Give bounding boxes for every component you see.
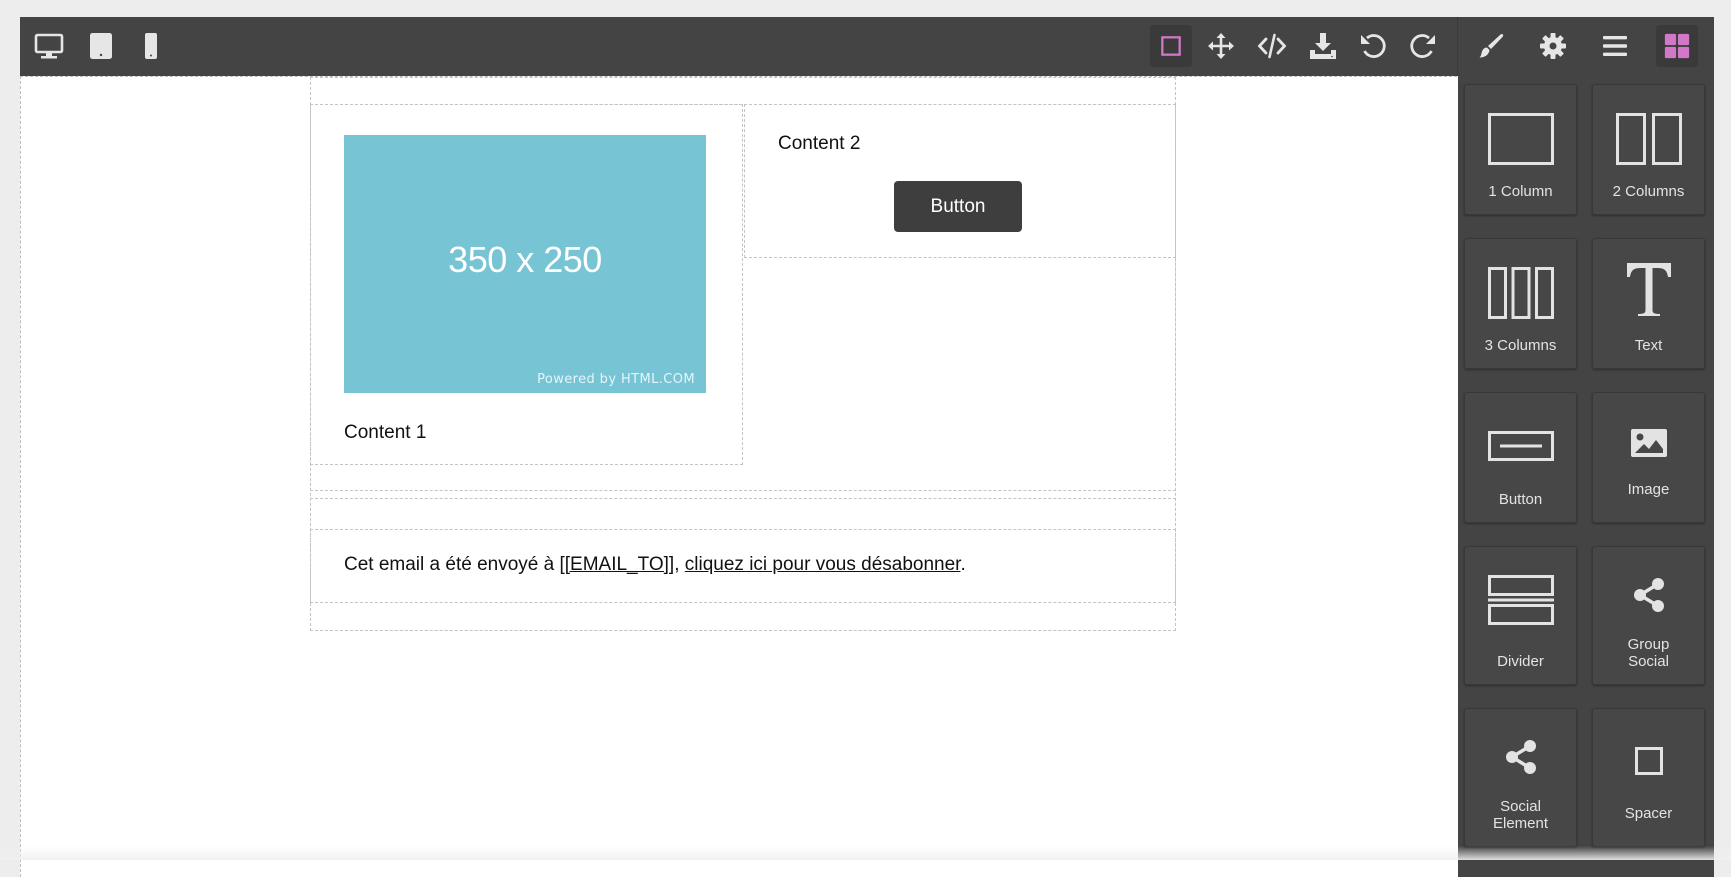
block-label-line: Element [1492, 815, 1549, 832]
image-dimensions: 350 x 250 [448, 239, 602, 280]
block-label: Group Social [1597, 636, 1700, 670]
move-tool-button[interactable] [1202, 27, 1240, 65]
device-desktop-button[interactable] [30, 27, 68, 65]
block-label: Text [1634, 337, 1663, 354]
block-divider[interactable]: Divider [1464, 546, 1577, 685]
content-2-text[interactable]: Content 2 [778, 133, 860, 155]
blocks-panel: 1 Column 2 Columns 3 Columns Text Button… [1458, 76, 1714, 877]
block-social-element[interactable]: Social Element [1464, 708, 1577, 847]
layer-manager-button[interactable] [1596, 27, 1634, 65]
three-columns-icon [1487, 267, 1554, 319]
block-text[interactable]: Text [1592, 238, 1705, 369]
image-credit: Powered by HTML.COM [537, 372, 695, 387]
block-label: Image [1627, 481, 1670, 498]
block-label: 2 Columns [1612, 183, 1685, 200]
export-button[interactable] [1304, 27, 1342, 65]
tablet-icon [90, 33, 112, 59]
footer-separator: , [674, 554, 685, 575]
brush-icon [1479, 34, 1504, 58]
text-icon [1626, 263, 1671, 316]
block-2-columns[interactable]: 2 Columns [1592, 84, 1705, 215]
toolbar-separator [1457, 17, 1458, 76]
block-group-social[interactable]: Group Social [1592, 546, 1705, 685]
footer-text[interactable]: Cet email a été envoyé à [[EMAIL_TO]], c… [344, 554, 966, 576]
placeholder-image[interactable]: 350 x 250 Powered by HTML.COM [344, 135, 706, 393]
email-editor: 350 x 250 Powered by HTML.COM Content 1 … [20, 17, 1714, 877]
undo-button[interactable] [1354, 27, 1392, 65]
footer-prefix: Cet email a été envoyé à [344, 554, 560, 575]
email-canvas[interactable]: 350 x 250 Powered by HTML.COM Content 1 … [20, 76, 1457, 877]
one-column-icon [1487, 113, 1554, 165]
blocks-button[interactable] [1656, 25, 1698, 67]
block-image[interactable]: Image [1592, 392, 1705, 523]
block-label: Social Element [1469, 798, 1572, 832]
two-columns-icon [1615, 113, 1682, 165]
top-toolbar [20, 17, 1714, 76]
redo-icon [1410, 34, 1435, 58]
block-label: Divider [1497, 653, 1544, 670]
block-button[interactable]: Button [1464, 392, 1577, 523]
email-tag: [[EMAIL_TO]] [559, 554, 675, 575]
device-tablet-button[interactable] [82, 27, 120, 65]
settings-button[interactable] [1534, 27, 1572, 65]
email-cta-button[interactable]: Button [894, 181, 1022, 232]
share-icon [1633, 578, 1664, 612]
redo-button[interactable] [1404, 27, 1442, 65]
block-label-line: Group [1627, 636, 1670, 653]
device-mobile-button[interactable] [132, 27, 170, 65]
unsubscribe-link[interactable]: cliquez ici pour vous désabonner [685, 554, 961, 575]
button-block-icon [1487, 431, 1554, 461]
gear-icon [1540, 33, 1566, 59]
blocks-icon [1664, 33, 1690, 59]
block-label-line: Social [1500, 798, 1541, 815]
mobile-icon [145, 33, 157, 59]
block-label: Spacer [1624, 805, 1673, 822]
code-icon [1257, 33, 1287, 59]
move-icon [1208, 33, 1234, 59]
content-1-text[interactable]: Content 1 [344, 422, 426, 444]
spacer-icon [1634, 747, 1663, 775]
block-spacer[interactable]: Spacer [1592, 708, 1705, 847]
block-label: 1 Column [1488, 183, 1553, 200]
share-icon [1505, 740, 1536, 774]
block-label: 3 Columns [1484, 337, 1557, 354]
view-code-button[interactable] [1253, 27, 1291, 65]
undo-icon [1361, 34, 1386, 58]
block-label-line: Social [1628, 653, 1669, 670]
footer-suffix: . [960, 554, 966, 575]
block-label: Button [1498, 491, 1543, 508]
block-1-column[interactable]: 1 Column [1464, 84, 1577, 215]
divider-icon [1487, 575, 1554, 625]
menu-icon [1603, 36, 1627, 56]
image-icon [1630, 429, 1667, 457]
sw-visibility-button[interactable] [1150, 25, 1192, 67]
square-outline-icon [1161, 36, 1181, 56]
style-manager-button[interactable] [1472, 27, 1510, 65]
download-icon [1310, 33, 1336, 59]
desktop-icon [34, 33, 64, 59]
bottom-fade [0, 846, 1731, 860]
block-3-columns[interactable]: 3 Columns [1464, 238, 1577, 369]
